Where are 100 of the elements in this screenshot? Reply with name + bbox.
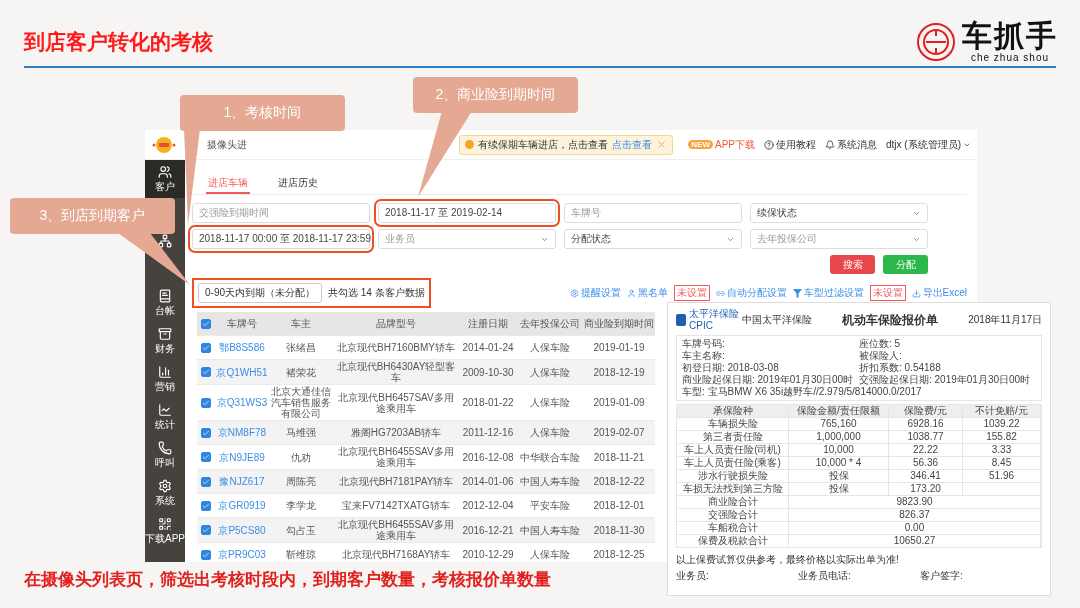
link-icon (715, 288, 725, 298)
top-link[interactable]: 使用教程 (764, 137, 816, 152)
tab[interactable]: 进店车辆 (206, 174, 250, 194)
select-field[interactable]: 业务员 (378, 229, 556, 249)
phone-icon (158, 440, 172, 455)
info-text: 车牌号码: (682, 338, 726, 350)
checkbox[interactable] (201, 525, 211, 535)
table-cell-text: 平安车险 (529, 499, 571, 512)
tool-link[interactable]: 黑名单 (626, 286, 668, 300)
table-cell-text: 2016-12-21 (461, 523, 515, 537)
table-cell-text: 周陈亮 (285, 475, 317, 488)
checkbox[interactable] (201, 427, 211, 438)
table-cell-text: 2009-10-30 (461, 365, 515, 379)
plate-link[interactable]: 京Q31WS3 (215, 396, 269, 409)
tool-link[interactable]: 自动分配设置 (715, 286, 787, 300)
range-select[interactable]: 0-90天内到期（未分配） (198, 283, 322, 303)
plate-link[interactable]: 京NM8F78 (215, 426, 269, 439)
select-field[interactable]: 分配状态 (564, 229, 742, 249)
input-field[interactable]: 交强险到期时间 (192, 203, 370, 223)
plate-link[interactable]: 京N9JE89 (215, 450, 269, 464)
table-cell-text: 北京现代BH6457SAV多用途乘用车 (337, 390, 455, 415)
table-cell-text: 北京现代BH7181PAY轿车 (337, 475, 455, 488)
select-field[interactable]: 续保状态 (750, 203, 928, 223)
checkbox[interactable] (201, 549, 211, 560)
checkbox[interactable] (201, 500, 211, 511)
sidebar-item[interactable]: 台帐 (145, 284, 185, 322)
input-field[interactable]: 车牌号 (564, 203, 742, 223)
notice-link[interactable]: 点击查看 (612, 137, 652, 152)
checkbox[interactable] (201, 397, 211, 408)
table-cell: 商业险合计 (677, 496, 789, 508)
selected-count: 共勾选 14 条客户数据 (328, 286, 425, 300)
info-text: 交强险起保日期: 2019年01月30日00时 (859, 374, 1032, 386)
select-field[interactable]: 去年投保公司 (750, 229, 928, 249)
table-cell-text: 北京现代BH6455SAV多用途乘用车 (337, 518, 455, 542)
tab[interactable]: 进店历史 (276, 174, 320, 194)
slide-title: 到店客户转化的考核 (24, 29, 213, 55)
tool-link[interactable]: 提醒设置 (569, 286, 621, 300)
table-cell: 第三者责任险 (677, 431, 789, 443)
table-cell-text: 人保车险 (529, 426, 571, 439)
sidebar-item[interactable]: 统计 (145, 398, 185, 436)
table-cell-text: 北京现代BH6455SAV多用途乘用车 (337, 445, 455, 469)
insurer-english: CPIC (689, 320, 714, 332)
table-cell-text: 李学龙 (285, 499, 317, 512)
column-header: 保险金额/责任限额 (789, 405, 889, 417)
table-cell: 投保 (789, 483, 889, 495)
status-tag: 未设置 (673, 285, 710, 301)
user-menu[interactable]: dtjx (系统管理员) (886, 137, 971, 152)
table-cell: 1,000,000 (789, 431, 889, 443)
table-cell-text: 中国人寿车险 (519, 475, 581, 488)
table-cell-text: 雅阁HG7203AB轿车 (349, 426, 443, 439)
table-cell: 交强险合计 (677, 509, 789, 521)
table-cell: 0.00 (789, 522, 1041, 534)
checkbox[interactable] (201, 342, 211, 353)
plate-link[interactable]: 鄂B8S586 (215, 341, 269, 354)
checkbox[interactable] (201, 318, 211, 329)
top-link[interactable]: 系统消息 (825, 137, 877, 152)
checkbox[interactable] (201, 367, 211, 377)
callout-label: 1、考核时间 (180, 95, 345, 131)
table-cell-text: 马维强 (285, 426, 317, 439)
table-cell-text: 2011-12-16 (461, 426, 515, 439)
column-header: 保险费/元 (889, 405, 963, 417)
tool-link[interactable]: 导出Excel (911, 286, 967, 300)
table-cell-text: 2016-12-08 (461, 450, 515, 464)
sidebar-item[interactable]: 下载APP (145, 512, 185, 550)
info-text: 初登日期: 2018-03-08 (682, 362, 780, 374)
plate-link[interactable]: 京PR9C03 (215, 548, 269, 561)
close-icon[interactable] (656, 139, 667, 150)
table-cell: 1039.22 (963, 418, 1041, 430)
plate-link[interactable]: 京GR0919 (215, 499, 269, 512)
plate-link[interactable]: 京Q1WH51 (215, 365, 269, 379)
disclaimer-text: 以上保费试算仅供参考，最终价格以实际出单为准! (676, 554, 900, 566)
sidebar-item[interactable]: 客户 (145, 160, 185, 198)
table-cell: 投保 (789, 470, 889, 482)
info-text: 被保险人: (859, 350, 903, 362)
table-cell-text: 北京现代BH7168AY轿车 (340, 548, 452, 561)
app-download-link[interactable]: NEW APP下载 (688, 137, 755, 152)
bar-chart-icon (158, 364, 172, 379)
column-header: 注册日期 (467, 317, 509, 330)
sidebar-item[interactable]: 营销 (145, 360, 185, 398)
checkbox[interactable] (201, 476, 211, 487)
sidebar-item[interactable]: 财务 (145, 322, 185, 360)
sidebar-item[interactable]: 呼叫 (145, 436, 185, 474)
new-badge: NEW (688, 140, 713, 149)
table-cell-text: 宝来FV7142TXATG轿车 (341, 499, 451, 512)
info-text: 车型: 宝马BMW X6 35i越野车//2.979/5/814000.0/2017 (682, 386, 923, 398)
assign-button[interactable]: 分配 (883, 255, 928, 274)
tool-link[interactable]: 车型过滤设置 (792, 286, 864, 300)
plate-link[interactable]: 豫NJZ617 (215, 475, 269, 488)
table-cell: 车船税合计 (677, 522, 789, 534)
table-cell-text: 人保车险 (529, 396, 571, 409)
search-button[interactable]: 搜索 (830, 255, 875, 274)
sidebar-item[interactable]: 系统 (145, 474, 185, 512)
info-text: 车主名称: (682, 350, 726, 362)
table-cell: 51.96 (963, 470, 1041, 482)
logo-pinyin: che zhua shou (970, 52, 1050, 63)
table-cell: 10,000 * 4 (789, 457, 889, 469)
table-cell: 8.45 (963, 457, 1041, 469)
plate-link[interactable]: 京P5CS80 (215, 523, 269, 537)
people-icon (158, 164, 172, 179)
checkbox[interactable] (201, 452, 211, 462)
